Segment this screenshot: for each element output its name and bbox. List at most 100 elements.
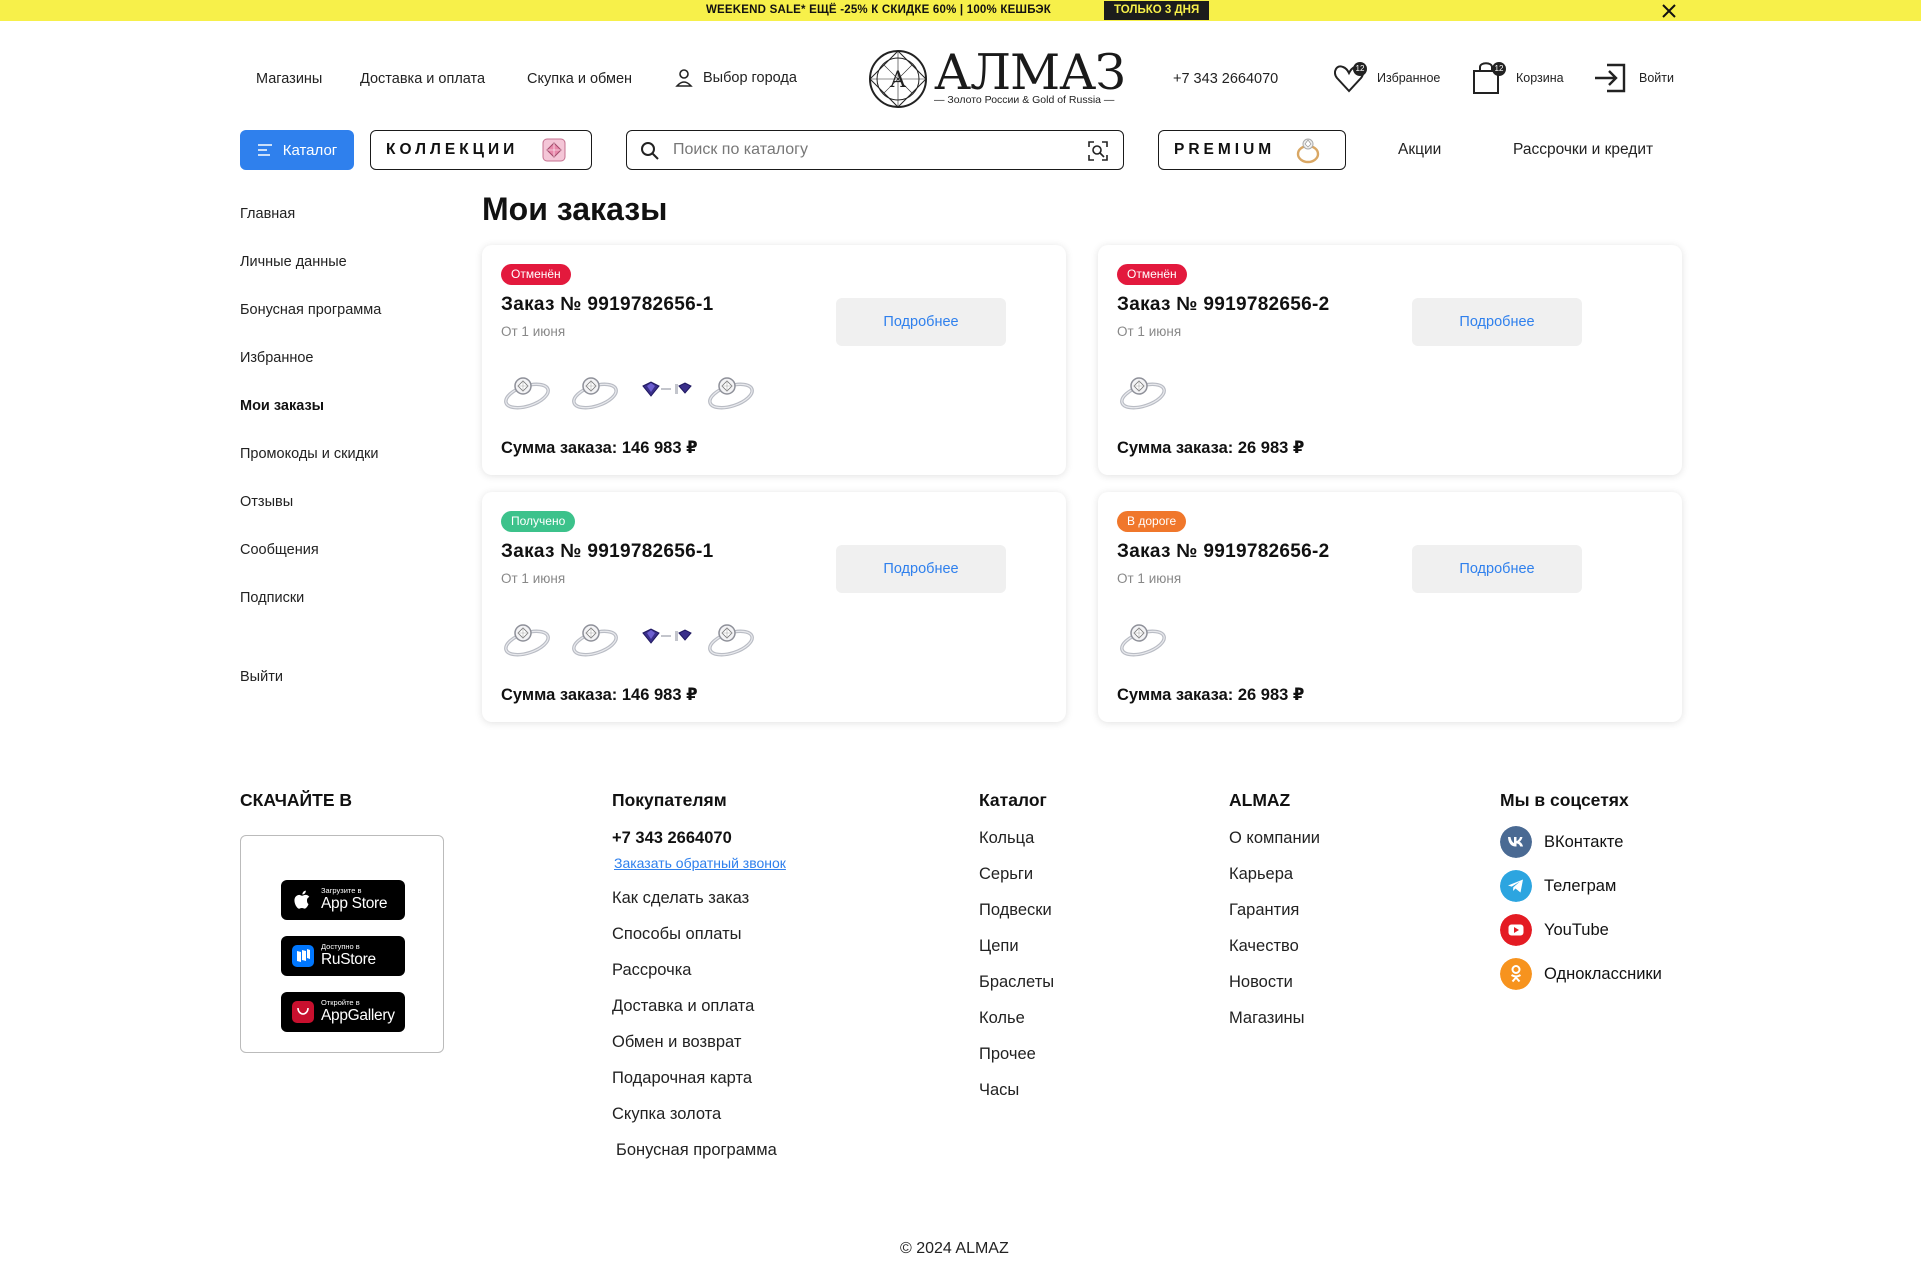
footer-link-other[interactable]: Прочее [979,1045,1036,1064]
search-icon [641,142,659,160]
footer-link-pendants[interactable]: Подвески [979,901,1052,920]
footer-link-bracelets[interactable]: Браслеты [979,973,1054,992]
footer-phone[interactable]: +7 343 2664070 [612,829,732,848]
order-card[interactable]: Получено Заказ № 9919782656-1 От 1 июня … [482,492,1066,722]
sidebar-item-favorites[interactable]: Избранное [240,350,313,366]
footer-link-payment[interactable]: Способы оплаты [612,925,742,944]
promo-badge[interactable]: ТОЛЬКО 3 ДНЯ [1104,1,1210,20]
earrings-thumbnail [637,609,693,665]
appgallery-button[interactable]: Откройте в AppGallery [281,992,405,1032]
appgallery-name: AppGallery [321,1007,395,1024]
footer-link-bonus[interactable]: Бонусная программа [616,1141,777,1160]
footer-link-gold-buyback[interactable]: Скупка золота [612,1105,721,1124]
search-box[interactable] [626,130,1124,170]
apple-icon [294,890,310,909]
footer-link-career[interactable]: Карьера [1229,865,1293,884]
order-number: Заказ № 9919782656-1 [501,541,714,562]
order-card[interactable]: В дороге Заказ № 9919782656-2 От 1 июня … [1098,492,1682,722]
buyers-title: Покупателям [612,790,727,810]
login-button[interactable]: Войти [1593,60,1674,96]
order-date: От 1 июня [501,324,566,339]
footer-link-warranty[interactable]: Гарантия [1229,901,1299,920]
rustore-name: RuStore [321,951,376,968]
order-card[interactable]: Отменён Заказ № 9919782656-1 От 1 июня П… [482,245,1066,475]
page-title: Мои заказы [482,191,668,227]
earrings-thumbnail [637,362,693,418]
odnoklassniki-icon [1500,958,1532,990]
social-vk[interactable]: ВКонтакте [1500,826,1623,858]
logo[interactable]: A АЛМАЗ — Золото России & Gold of Russia… [868,46,1126,110]
footer-link-installment[interactable]: Рассрочка [612,961,691,980]
premium-button[interactable]: PREMIUM [1158,130,1346,170]
social-telegram[interactable]: Телеграм [1500,870,1616,902]
login-icon [1595,63,1626,93]
ring-thumbnail [705,609,761,665]
catalog-button[interactable]: Каталог [240,130,354,170]
logout-link[interactable]: Выйти [240,669,283,685]
favorites-label: Избранное [1377,71,1441,85]
footer-link-necklaces[interactable]: Колье [979,1009,1025,1028]
footer-link-gift-card[interactable]: Подарочная карта [612,1069,752,1088]
details-button[interactable]: Подробнее [1412,298,1582,346]
order-number: Заказ № 9919782656-2 [1117,294,1330,315]
ring-thumbnail [501,609,557,665]
footer-link-watches[interactable]: Часы [979,1081,1019,1100]
social-odnoklassniki-label: Одноклассники [1544,964,1662,983]
status-badge: В дороге [1117,511,1187,532]
details-button[interactable]: Подробнее [1412,545,1582,593]
header-link-buyback[interactable]: Скупка и обмен [527,71,632,87]
sidebar-item-my-orders[interactable]: Мои заказы [240,398,324,414]
catalog-label: Каталог [282,141,338,159]
sidebar-item-bonus[interactable]: Бонусная программа [240,302,381,318]
sidebar-item-reviews[interactable]: Отзывы [240,494,293,510]
social-odnoklassniki[interactable]: Одноклассники [1500,958,1662,990]
pink-gem-icon [542,138,566,162]
app-store-small: Загрузите в [321,886,362,895]
collections-button[interactable]: КОЛЛЕКЦИИ [370,130,592,170]
collections-label: КОЛЛЕКЦИИ [386,141,519,158]
details-button[interactable]: Подробнее [836,545,1006,593]
sidebar-item-personal-data[interactable]: Личные данные [240,254,347,270]
footer-link-chains[interactable]: Цепи [979,937,1019,956]
footer-link-rings[interactable]: Кольца [979,829,1034,848]
footer-link-about[interactable]: О компании [1229,829,1320,848]
close-icon[interactable] [1660,2,1678,20]
ring-thumbnail [1117,362,1173,418]
footer-link-stores[interactable]: Магазины [1229,1009,1305,1028]
footer-link-how-to-order[interactable]: Как сделать заказ [612,889,749,908]
header-link-delivery[interactable]: Доставка и оплата [360,71,485,87]
promotions-link[interactable]: Акции [1398,141,1441,159]
premium-label: PREMIUM [1174,141,1276,158]
cart-button[interactable]: 12 Корзина [1472,60,1564,96]
order-card[interactable]: Отменён Заказ № 9919782656-2 От 1 июня П… [1098,245,1682,475]
sidebar-item-subscriptions[interactable]: Подписки [240,590,304,606]
footer-link-exchange[interactable]: Обмен и возврат [612,1033,741,1052]
cart-count: 12 [1492,62,1506,76]
huawei-icon [292,1001,314,1023]
order-sum: Сумма заказа: 26 983 ₽ [1117,686,1305,704]
search-input[interactable] [673,140,1063,160]
sidebar-item-home[interactable]: Главная [240,206,295,222]
header-link-stores[interactable]: Магазины [256,71,322,87]
footer-link-quality[interactable]: Качество [1229,937,1299,956]
ring-thumbnail [501,362,557,418]
order-items [1117,362,1173,418]
footer-link-news[interactable]: Новости [1229,973,1293,992]
ring-thumbnail [1117,609,1173,665]
sidebar-item-promocodes[interactable]: Промокоды и скидки [240,446,378,462]
app-store-button[interactable]: Загрузите в App Store [281,880,405,920]
rustore-button[interactable]: Доступно в RuStore [281,936,405,976]
user-pin-icon [675,69,693,87]
city-selector[interactable]: Выбор города [675,68,797,88]
footer-link-delivery[interactable]: Доставка и оплата [612,997,754,1016]
sidebar-item-messages[interactable]: Сообщения [240,542,319,558]
installments-link[interactable]: Рассрочки и кредит [1513,141,1653,159]
footer-link-earrings[interactable]: Серьги [979,865,1033,884]
favorites-button[interactable]: 12 Избранное [1333,60,1440,96]
callback-link[interactable]: Заказать обратный звонок [614,855,786,871]
city-label: Выбор города [703,70,797,86]
social-youtube[interactable]: YouTube [1500,914,1609,946]
header-phone[interactable]: +7 343 2664070 [1173,71,1278,87]
details-button[interactable]: Подробнее [836,298,1006,346]
image-search-icon[interactable] [1087,140,1109,162]
